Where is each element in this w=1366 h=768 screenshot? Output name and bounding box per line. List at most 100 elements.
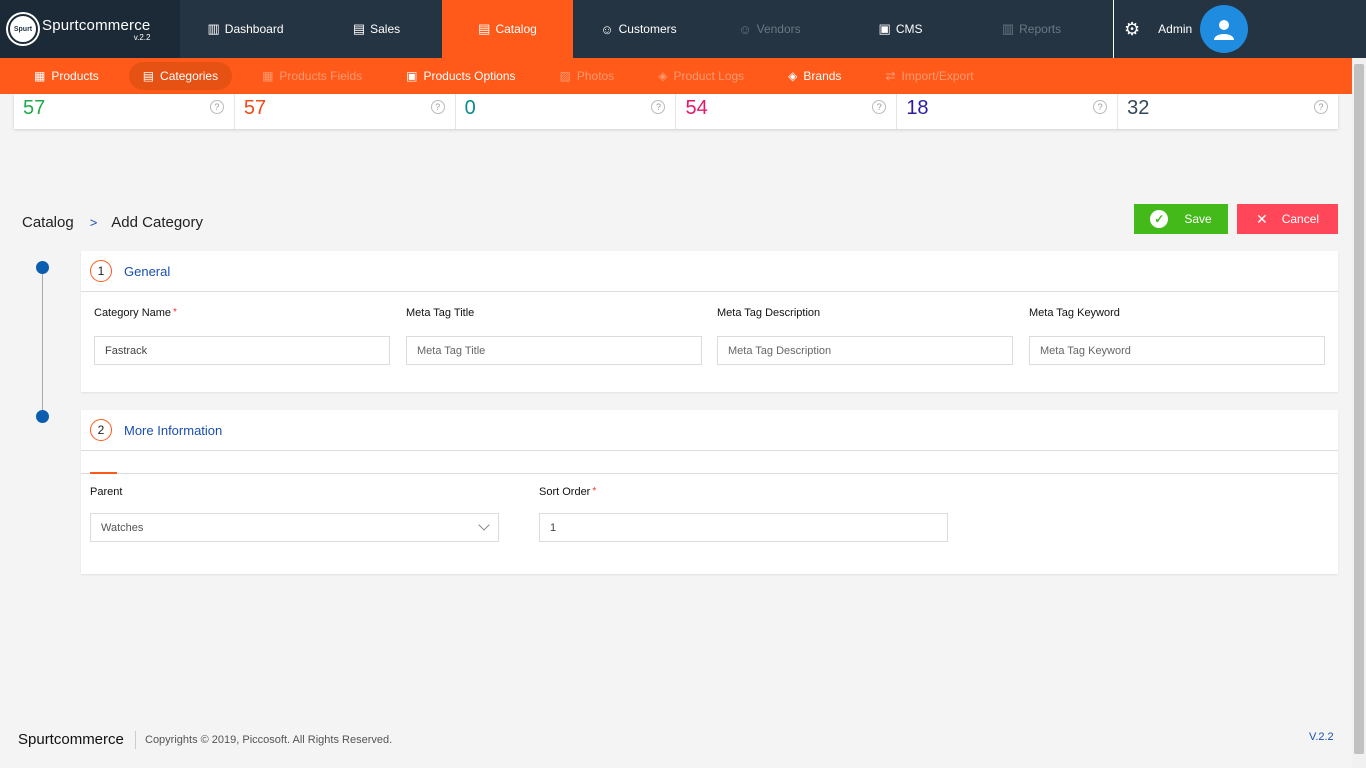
page-scrollbar[interactable] xyxy=(1352,58,1366,768)
stat-card: 18? xyxy=(897,94,1119,129)
category-name-input[interactable] xyxy=(94,336,390,365)
subnav-label: Products xyxy=(51,69,99,83)
meta-tag-description-input[interactable] xyxy=(717,336,1013,365)
admin-name[interactable]: Admin xyxy=(1158,22,1192,36)
footer-divider xyxy=(135,731,136,749)
parent-select[interactable]: Watches xyxy=(90,513,499,542)
categories-icon: ▤ xyxy=(142,69,155,83)
nav-item-cms[interactable]: ▣ CMS xyxy=(835,0,966,58)
breadcrumb-current: Add Category xyxy=(111,214,204,231)
subnav-item-product-logs[interactable]: ◈ Product Logs xyxy=(644,62,758,90)
help-icon[interactable]: ? xyxy=(872,100,887,114)
step-number: 2 xyxy=(90,419,112,441)
footer-copyright: Copyrights © 2019, Piccosoft. All Rights… xyxy=(145,734,393,746)
step-number: 1 xyxy=(90,260,112,282)
meta-tag-title-label: Meta Tag Title xyxy=(406,307,474,319)
avatar[interactable] xyxy=(1200,5,1249,53)
meta-tag-keyword-label: Meta Tag Keyword xyxy=(1029,307,1120,319)
help-icon[interactable]: ? xyxy=(430,100,445,114)
stat-card: 57? xyxy=(14,94,235,129)
scrollbar-thumb[interactable] xyxy=(1354,64,1364,754)
brand-text: Spurtcommerce v.2.2 xyxy=(42,17,150,42)
cancel-button[interactable]: ✕ Cancel xyxy=(1237,204,1338,234)
card-title-general: General xyxy=(124,263,171,279)
breadcrumb-root[interactable]: Catalog xyxy=(22,214,74,231)
nav-label: CMS xyxy=(895,22,923,36)
nav-label: Customers xyxy=(618,22,677,36)
sort-order-label: Sort Order * xyxy=(539,486,596,498)
clipboard-list-icon: ▤ xyxy=(478,21,491,36)
general-card: 1 General Category Name* Meta Tag Title Me… xyxy=(81,251,1338,392)
help-icon[interactable]: ? xyxy=(1093,100,1108,114)
required-asterisk: * xyxy=(173,307,177,318)
brand-name: Spurtcommerce xyxy=(42,16,151,34)
nav-item-sales[interactable]: ▤ Sales xyxy=(311,0,442,58)
subnav-label: Photos xyxy=(576,69,615,83)
tab-active-indicator[interactable] xyxy=(90,472,117,474)
help-icon[interactable]: ? xyxy=(651,100,666,114)
nav-item-dashboard[interactable]: ▥ Dashboard xyxy=(180,0,311,58)
nav-item-vendors[interactable]: ☺ Vendors xyxy=(704,0,835,58)
photo-icon: ▨ xyxy=(559,69,571,83)
meta-tag-title-input[interactable] xyxy=(406,336,702,365)
nav-label: Catalog xyxy=(495,22,537,36)
meta-tag-keyword-input[interactable] xyxy=(1029,336,1325,365)
subnav-item-products[interactable]: ▦ Products xyxy=(20,62,113,90)
save-label: Save xyxy=(1184,212,1212,226)
user-avatar-icon xyxy=(1214,20,1235,40)
stat-value: 32 xyxy=(1127,97,1150,119)
save-button[interactable]: ✓ Save xyxy=(1134,204,1228,234)
subnav-label: Import/Export xyxy=(901,69,974,83)
nav-label: Dashboard xyxy=(224,22,284,36)
brand-logo-area[interactable]: Spurt Spurtcommerce v.2.2 xyxy=(0,0,180,58)
stat-value: 0 xyxy=(464,97,476,119)
sort-order-input[interactable] xyxy=(539,513,948,542)
user-icon: ☺ xyxy=(738,21,752,37)
tab-strip xyxy=(81,451,1338,474)
bar-chart-icon: ▥ xyxy=(207,21,220,36)
nav-item-catalog[interactable]: ▤ Catalog xyxy=(442,0,573,58)
product-options-icon: ▣ xyxy=(406,69,418,83)
breadcrumb: Catalog > Add Category xyxy=(22,214,203,231)
brand-version: v.2.2 xyxy=(133,32,151,42)
spurt-logo-icon: Spurt xyxy=(8,14,38,44)
product-fields-icon: ▦ xyxy=(262,69,274,83)
subnav-item-import-export[interactable]: ⇄ Import/Export xyxy=(871,62,987,90)
subnav-label: Products Fields xyxy=(279,69,363,83)
nav-item-customers[interactable]: ☺ Customers xyxy=(573,0,704,58)
nav-label: Sales xyxy=(370,22,401,36)
subnav-item-categories[interactable]: ▤ Categories xyxy=(128,62,233,90)
subnav-label: Products Options xyxy=(423,69,516,83)
gear-icon[interactable]: ⚙ xyxy=(1124,19,1140,40)
stat-value: 57 xyxy=(243,97,267,119)
subnav-item-products-fields[interactable]: ▦ Products Fields xyxy=(248,62,376,90)
footer-version: V.2.2 xyxy=(1309,731,1334,743)
general-card-header: 1 General xyxy=(81,251,1338,292)
stat-card: 0? xyxy=(456,94,677,129)
layers-icon: ◈ xyxy=(788,69,798,83)
customer-icon: ☺ xyxy=(600,21,614,37)
subnav-item-products-options[interactable]: ▣ Products Options xyxy=(392,62,529,90)
stats-row: 57? 57? 0? 54? 18? 32? xyxy=(14,94,1338,129)
nav-item-reports[interactable]: ▥ Reports xyxy=(966,0,1097,58)
subnav-item-photos[interactable]: ▨ Photos xyxy=(546,62,629,90)
stat-card: 57? xyxy=(235,94,456,129)
category-name-label-text: Category Name xyxy=(94,307,172,319)
check-icon: ✓ xyxy=(1150,210,1169,228)
stepper-dot-general xyxy=(36,261,49,274)
card-title-more-info: More Information xyxy=(124,422,223,438)
help-icon[interactable]: ? xyxy=(1313,100,1328,114)
help-icon[interactable]: ? xyxy=(209,100,224,114)
stat-value: 57 xyxy=(23,97,46,119)
subnav-item-brands[interactable]: ◈ Brands xyxy=(774,62,855,90)
products-icon: ▦ xyxy=(34,69,46,83)
subnav-label: Product Logs xyxy=(673,69,745,83)
catalog-subnav: ▦ Products ▤ Categories ▦ Products Fields ▣ Pro… xyxy=(0,58,1352,94)
cms-icon: ▣ xyxy=(878,21,891,36)
clipboard-icon: ▤ xyxy=(352,21,366,36)
stat-card: 54? xyxy=(676,94,898,129)
nav-label: Vendors xyxy=(756,22,801,36)
required-asterisk: * xyxy=(592,486,597,497)
box-icon: ◈ xyxy=(658,69,668,83)
meta-tag-title-label-text: Meta Tag Title xyxy=(406,307,475,319)
